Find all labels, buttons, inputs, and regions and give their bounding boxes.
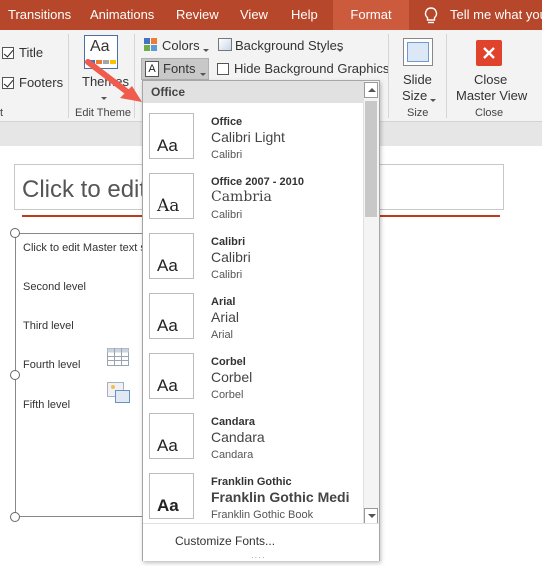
group-label-size: Size (407, 107, 429, 119)
tab-animations[interactable]: Animations (90, 0, 154, 30)
resize-handle-bottom-left[interactable] (10, 512, 20, 522)
font-heading-name: Calibri (211, 249, 251, 265)
font-option-arial[interactable]: Aa Arial Arial Arial (143, 285, 363, 345)
slide-size-label-1: Slide (403, 72, 432, 87)
font-theme-name: Calibri (211, 236, 246, 248)
font-option-franklin-gothic[interactable]: Aa Franklin Gothic Franklin Gothic Medi … (143, 465, 363, 525)
tab-format[interactable]: Format (333, 0, 409, 30)
fonts-button[interactable]: A Fonts (141, 58, 209, 80)
fonts-icon: A (145, 61, 159, 77)
group-label-close: Close (475, 107, 504, 119)
font-body-name: Calibri (211, 269, 243, 281)
font-preview-thumbnail: Aa (149, 293, 194, 339)
font-preview-thumbnail: Aa (149, 413, 194, 459)
font-heading-name: Corbel (211, 369, 253, 385)
footers-checkbox-label: Footers (19, 75, 64, 90)
insert-picture-icon[interactable] (107, 382, 131, 404)
slide-size-icon (403, 38, 433, 66)
colors-label: Colors (162, 38, 200, 53)
lightbulb-icon[interactable] (423, 7, 439, 25)
arrow-up-icon (368, 88, 376, 92)
hide-background-graphics-checkbox[interactable] (217, 63, 229, 75)
tell-me-search[interactable]: Tell me what you (450, 0, 542, 30)
master-text-level-5: Fifth level (23, 399, 71, 411)
fonts-label: Fonts (163, 61, 196, 76)
tab-review[interactable]: Review (176, 0, 219, 30)
font-theme-name: Franklin Gothic (211, 476, 292, 488)
background-styles-label: Background Styles (235, 38, 344, 53)
close-master-view-button[interactable]: Close Master View (452, 35, 528, 103)
ribbon-separator (388, 34, 389, 118)
font-body-name: Candara (211, 449, 254, 461)
resize-handle-top-left[interactable] (10, 228, 20, 238)
footers-checkbox[interactable] (2, 77, 14, 89)
font-theme-name: Office 2007 - 2010 (211, 176, 304, 188)
close-icon (476, 40, 502, 66)
resize-grip-icon[interactable]: ···· (251, 553, 266, 562)
font-heading-name: Candara (211, 429, 265, 445)
dropdown-header-office: Office (143, 81, 363, 103)
font-heading-name: Arial (211, 309, 240, 325)
font-heading-name: Franklin Gothic Medi (211, 489, 350, 505)
background-styles-button[interactable]: Background Styles (216, 36, 346, 56)
font-option-office[interactable]: Aa Office Calibri Light Calibri (143, 105, 363, 165)
font-body-name: Calibri (211, 149, 243, 161)
font-preview-thumbnail: Aa (149, 233, 194, 279)
font-body-name: Corbel (211, 389, 244, 401)
font-heading-name: Calibri Light (211, 129, 285, 145)
tab-help[interactable]: Help (291, 0, 318, 30)
font-heading-name: Cambria (211, 189, 272, 205)
title-checkbox[interactable] (2, 47, 14, 59)
close-label-1: Close (474, 72, 508, 87)
scroll-thumb[interactable] (365, 101, 377, 217)
tab-view[interactable]: View (240, 0, 268, 30)
font-preview-thumbnail: Aa (149, 113, 194, 159)
content-placeholder-box[interactable] (15, 233, 145, 517)
customize-fonts-item[interactable]: Customize Fonts... ···· (143, 523, 379, 562)
fonts-dropdown: Office Aa Office Calibri Light Calibri A… (142, 80, 380, 562)
customize-fonts-label: Customize Fonts... (175, 534, 276, 548)
colors-button[interactable]: Colors (142, 36, 209, 56)
font-option-calibri[interactable]: Aa Calibri Calibri Calibri (143, 225, 363, 285)
font-theme-name: Office (211, 116, 243, 128)
font-theme-name: Candara (211, 416, 256, 428)
slide-size-button[interactable]: Slide Size (398, 35, 438, 103)
red-arrow-pointer (85, 59, 142, 102)
background-styles-icon (218, 38, 232, 51)
arrow-down-icon (368, 514, 376, 518)
font-theme-name: Arial (211, 296, 236, 308)
tab-transitions[interactable]: Transitions (8, 0, 71, 30)
font-preview-thumbnail: Aa (149, 473, 194, 519)
close-label-2: Master View (456, 88, 528, 103)
insert-table-icon[interactable] (107, 348, 129, 366)
master-text-level-3: Third level (23, 320, 74, 332)
font-body-name: Franklin Gothic Book (211, 509, 314, 521)
font-option-corbel[interactable]: Aa Corbel Corbel Corbel (143, 345, 363, 405)
group-label-edit-theme: Edit Theme (75, 107, 132, 119)
title-placeholder-text: Click to edit (22, 176, 147, 203)
font-preview-thumbnail: Aa (149, 353, 194, 399)
slide-size-label-2: Size (402, 88, 428, 103)
colors-icon (144, 38, 158, 52)
group-label-master-layout: t (0, 107, 4, 119)
hide-background-graphics-label: Hide Background Graphics (234, 61, 390, 76)
master-text-level-4: Fourth level (23, 359, 81, 371)
font-body-name: Arial (211, 329, 234, 341)
resize-handle-mid-left[interactable] (10, 370, 20, 380)
title-checkbox-label: Title (19, 45, 44, 60)
scroll-down-button[interactable] (364, 508, 378, 524)
font-theme-name: Corbel (211, 356, 246, 368)
font-option-candara[interactable]: Aa Candara Candara Candara (143, 405, 363, 465)
master-text-level-1: Click to edit Master text s (23, 242, 146, 254)
ribbon-separator (446, 34, 447, 118)
ribbon-separator (68, 34, 69, 118)
font-option-office-2007-2010[interactable]: Aa Office 2007 - 2010 Cambria Calibri (143, 165, 363, 225)
master-text-level-2: Second level (23, 281, 86, 293)
font-preview-thumbnail: Aa (149, 173, 194, 219)
scroll-up-button[interactable] (364, 82, 378, 98)
ribbon-tab-bar: Transitions Animations Review View Help … (0, 0, 542, 30)
font-body-name: Calibri (211, 209, 243, 221)
